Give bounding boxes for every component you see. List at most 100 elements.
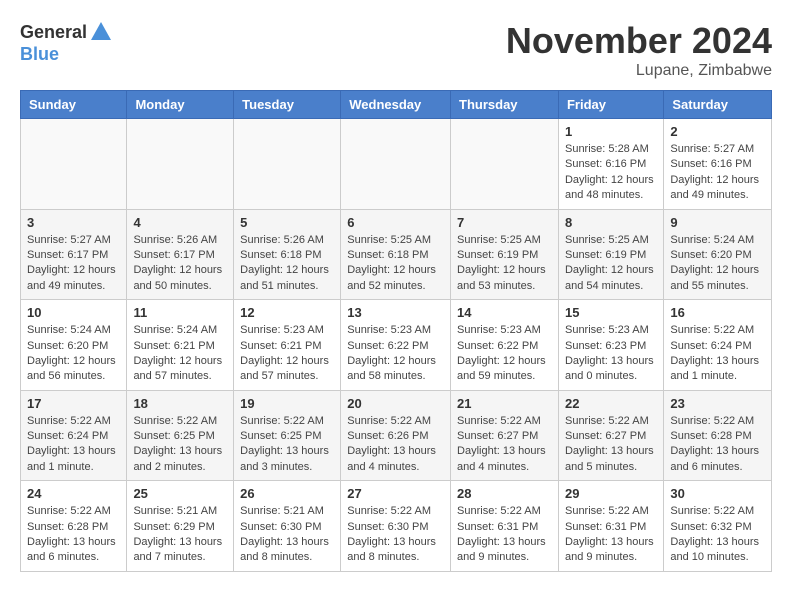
calendar-day-header: Tuesday	[234, 91, 341, 119]
calendar-cell: 27 Sunrise: 5:22 AM Sunset: 6:30 PM Dayli…	[341, 481, 451, 572]
day-number: 18	[133, 396, 227, 411]
calendar-cell: 10 Sunrise: 5:24 AM Sunset: 6:20 PM Dayli…	[21, 300, 127, 391]
day-info: Sunrise: 5:27 AM Sunset: 6:16 PM Dayligh…	[670, 142, 765, 204]
calendar-cell: 7 Sunrise: 5:25 AM Sunset: 6:19 PM Daylig…	[451, 209, 559, 300]
calendar-day-header: Monday	[127, 91, 234, 119]
day-number: 29	[565, 486, 657, 501]
calendar-day-header: Thursday	[451, 91, 559, 119]
day-number: 2	[670, 124, 765, 139]
calendar-cell: 17 Sunrise: 5:22 AM Sunset: 6:24 PM Dayli…	[21, 390, 127, 481]
day-info: Sunrise: 5:23 AM Sunset: 6:21 PM Dayligh…	[240, 323, 334, 385]
calendar-cell	[127, 119, 234, 210]
day-info: Sunrise: 5:22 AM Sunset: 6:25 PM Dayligh…	[133, 414, 227, 476]
day-info: Sunrise: 5:26 AM Sunset: 6:17 PM Dayligh…	[133, 233, 227, 295]
calendar-cell: 18 Sunrise: 5:22 AM Sunset: 6:25 PM Dayli…	[127, 390, 234, 481]
calendar-cell: 25 Sunrise: 5:21 AM Sunset: 6:29 PM Dayli…	[127, 481, 234, 572]
calendar-table: SundayMondayTuesdayWednesdayThursdayFrid…	[20, 90, 772, 572]
calendar-cell: 12 Sunrise: 5:23 AM Sunset: 6:21 PM Dayli…	[234, 300, 341, 391]
page-header: General Blue November 2024 Lupane, Zimba…	[20, 20, 772, 80]
calendar-cell: 16 Sunrise: 5:22 AM Sunset: 6:24 PM Dayli…	[664, 300, 772, 391]
calendar-day-header: Friday	[558, 91, 663, 119]
location: Lupane, Zimbabwe	[506, 62, 772, 80]
day-number: 12	[240, 305, 334, 320]
logo-blue-text: Blue	[20, 44, 59, 65]
day-info: Sunrise: 5:25 AM Sunset: 6:19 PM Dayligh…	[565, 233, 657, 295]
calendar-cell: 23 Sunrise: 5:22 AM Sunset: 6:28 PM Dayli…	[664, 390, 772, 481]
day-info: Sunrise: 5:21 AM Sunset: 6:29 PM Dayligh…	[133, 504, 227, 566]
calendar-day-header: Wednesday	[341, 91, 451, 119]
day-info: Sunrise: 5:27 AM Sunset: 6:17 PM Dayligh…	[27, 233, 120, 295]
month-title: November 2024	[506, 20, 772, 62]
calendar-cell: 11 Sunrise: 5:24 AM Sunset: 6:21 PM Dayli…	[127, 300, 234, 391]
calendar-day-header: Saturday	[664, 91, 772, 119]
day-number: 23	[670, 396, 765, 411]
day-info: Sunrise: 5:22 AM Sunset: 6:26 PM Dayligh…	[347, 414, 444, 476]
day-info: Sunrise: 5:24 AM Sunset: 6:21 PM Dayligh…	[133, 323, 227, 385]
calendar-cell: 20 Sunrise: 5:22 AM Sunset: 6:26 PM Dayli…	[341, 390, 451, 481]
day-number: 11	[133, 305, 227, 320]
calendar-cell: 14 Sunrise: 5:23 AM Sunset: 6:22 PM Dayli…	[451, 300, 559, 391]
logo: General Blue	[20, 20, 113, 65]
day-info: Sunrise: 5:22 AM Sunset: 6:24 PM Dayligh…	[670, 323, 765, 385]
calendar-cell: 15Sunrise: 5:23 AM Sunset: 6:23 PM Dayli…	[558, 300, 663, 391]
day-number: 13	[347, 305, 444, 320]
calendar-cell: 21 Sunrise: 5:22 AM Sunset: 6:27 PM Dayli…	[451, 390, 559, 481]
calendar-day-header: Sunday	[21, 91, 127, 119]
day-number: 20	[347, 396, 444, 411]
day-info: Sunrise: 5:22 AM Sunset: 6:32 PM Dayligh…	[670, 504, 765, 566]
day-number: 17	[27, 396, 120, 411]
day-info: Sunrise: 5:28 AM Sunset: 6:16 PM Dayligh…	[565, 142, 657, 204]
calendar-cell: 13 Sunrise: 5:23 AM Sunset: 6:22 PM Dayli…	[341, 300, 451, 391]
day-number: 3	[27, 215, 120, 230]
calendar-cell: 3 Sunrise: 5:27 AM Sunset: 6:17 PM Daylig…	[21, 209, 127, 300]
day-info: Sunrise: 5:22 AM Sunset: 6:28 PM Dayligh…	[670, 414, 765, 476]
day-number: 24	[27, 486, 120, 501]
day-number: 7	[457, 215, 552, 230]
day-number: 25	[133, 486, 227, 501]
calendar-cell	[451, 119, 559, 210]
day-number: 8	[565, 215, 657, 230]
day-number: 14	[457, 305, 552, 320]
day-info: Sunrise: 5:22 AM Sunset: 6:24 PM Dayligh…	[27, 414, 120, 476]
logo-icon	[89, 20, 113, 44]
day-number: 22	[565, 396, 657, 411]
calendar-cell: 8 Sunrise: 5:25 AM Sunset: 6:19 PM Daylig…	[558, 209, 663, 300]
day-number: 6	[347, 215, 444, 230]
calendar-cell	[234, 119, 341, 210]
day-info: Sunrise: 5:23 AM Sunset: 6:22 PM Dayligh…	[347, 323, 444, 385]
day-info: Sunrise: 5:22 AM Sunset: 6:31 PM Dayligh…	[565, 504, 657, 566]
calendar-cell: 2 Sunrise: 5:27 AM Sunset: 6:16 PM Daylig…	[664, 119, 772, 210]
calendar-cell: 30 Sunrise: 5:22 AM Sunset: 6:32 PM Dayli…	[664, 481, 772, 572]
calendar-cell: 4 Sunrise: 5:26 AM Sunset: 6:17 PM Daylig…	[127, 209, 234, 300]
day-info: Sunrise: 5:24 AM Sunset: 6:20 PM Dayligh…	[27, 323, 120, 385]
day-info: Sunrise: 5:22 AM Sunset: 6:28 PM Dayligh…	[27, 504, 120, 566]
calendar-cell: 24 Sunrise: 5:22 AM Sunset: 6:28 PM Dayli…	[21, 481, 127, 572]
day-info: Sunrise: 5:26 AM Sunset: 6:18 PM Dayligh…	[240, 233, 334, 295]
day-info: Sunrise: 5:22 AM Sunset: 6:25 PM Dayligh…	[240, 414, 334, 476]
day-number: 4	[133, 215, 227, 230]
calendar-cell	[341, 119, 451, 210]
calendar-week-row: 1Sunrise: 5:28 AM Sunset: 6:16 PM Daylig…	[21, 119, 772, 210]
day-info: Sunrise: 5:22 AM Sunset: 6:31 PM Dayligh…	[457, 504, 552, 566]
calendar-week-row: 10 Sunrise: 5:24 AM Sunset: 6:20 PM Dayli…	[21, 300, 772, 391]
title-block: November 2024 Lupane, Zimbabwe	[506, 20, 772, 80]
calendar-cell	[21, 119, 127, 210]
calendar-cell: 1Sunrise: 5:28 AM Sunset: 6:16 PM Daylig…	[558, 119, 663, 210]
day-number: 10	[27, 305, 120, 320]
day-info: Sunrise: 5:22 AM Sunset: 6:27 PM Dayligh…	[565, 414, 657, 476]
day-number: 21	[457, 396, 552, 411]
calendar-cell: 9Sunrise: 5:24 AM Sunset: 6:20 PM Daylig…	[664, 209, 772, 300]
day-number: 16	[670, 305, 765, 320]
day-number: 15	[565, 305, 657, 320]
calendar-cell: 6 Sunrise: 5:25 AM Sunset: 6:18 PM Daylig…	[341, 209, 451, 300]
day-number: 30	[670, 486, 765, 501]
day-number: 27	[347, 486, 444, 501]
calendar-week-row: 3 Sunrise: 5:27 AM Sunset: 6:17 PM Daylig…	[21, 209, 772, 300]
day-info: Sunrise: 5:25 AM Sunset: 6:18 PM Dayligh…	[347, 233, 444, 295]
day-info: Sunrise: 5:22 AM Sunset: 6:30 PM Dayligh…	[347, 504, 444, 566]
calendar-cell: 29 Sunrise: 5:22 AM Sunset: 6:31 PM Dayli…	[558, 481, 663, 572]
day-info: Sunrise: 5:22 AM Sunset: 6:27 PM Dayligh…	[457, 414, 552, 476]
day-info: Sunrise: 5:25 AM Sunset: 6:19 PM Dayligh…	[457, 233, 552, 295]
calendar-header-row: SundayMondayTuesdayWednesdayThursdayFrid…	[21, 91, 772, 119]
day-info: Sunrise: 5:23 AM Sunset: 6:22 PM Dayligh…	[457, 323, 552, 385]
